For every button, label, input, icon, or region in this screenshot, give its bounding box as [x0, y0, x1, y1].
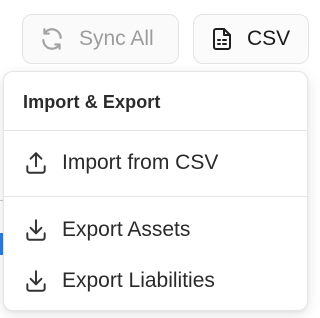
sync-all-button[interactable]: Sync All — [22, 14, 179, 64]
menu-item-import-csv[interactable]: Import from CSV — [4, 140, 307, 186]
menu-item-export-liabilities[interactable]: Export Liabilities — [4, 258, 307, 304]
menu-item-label: Import from CSV — [62, 151, 219, 174]
file-spreadsheet-icon — [210, 27, 234, 51]
menu-separator — [4, 130, 307, 131]
sync-all-label: Sync All — [79, 27, 154, 50]
menu-item-label: Export Liabilities — [62, 269, 215, 292]
menu-separator — [4, 196, 307, 197]
menu-item-label: Export Assets — [62, 218, 191, 241]
import-export-menu: Import & Export Import from CSV Export A… — [3, 71, 308, 311]
menu-item-export-assets[interactable]: Export Assets — [4, 207, 307, 253]
csv-button[interactable]: CSV — [193, 14, 309, 64]
menu-title: Import & Export — [23, 92, 161, 112]
upload-icon — [23, 150, 49, 176]
download-icon — [23, 217, 49, 243]
refresh-icon — [39, 26, 65, 52]
download-icon — [23, 268, 49, 294]
csv-label: CSV — [247, 27, 291, 50]
